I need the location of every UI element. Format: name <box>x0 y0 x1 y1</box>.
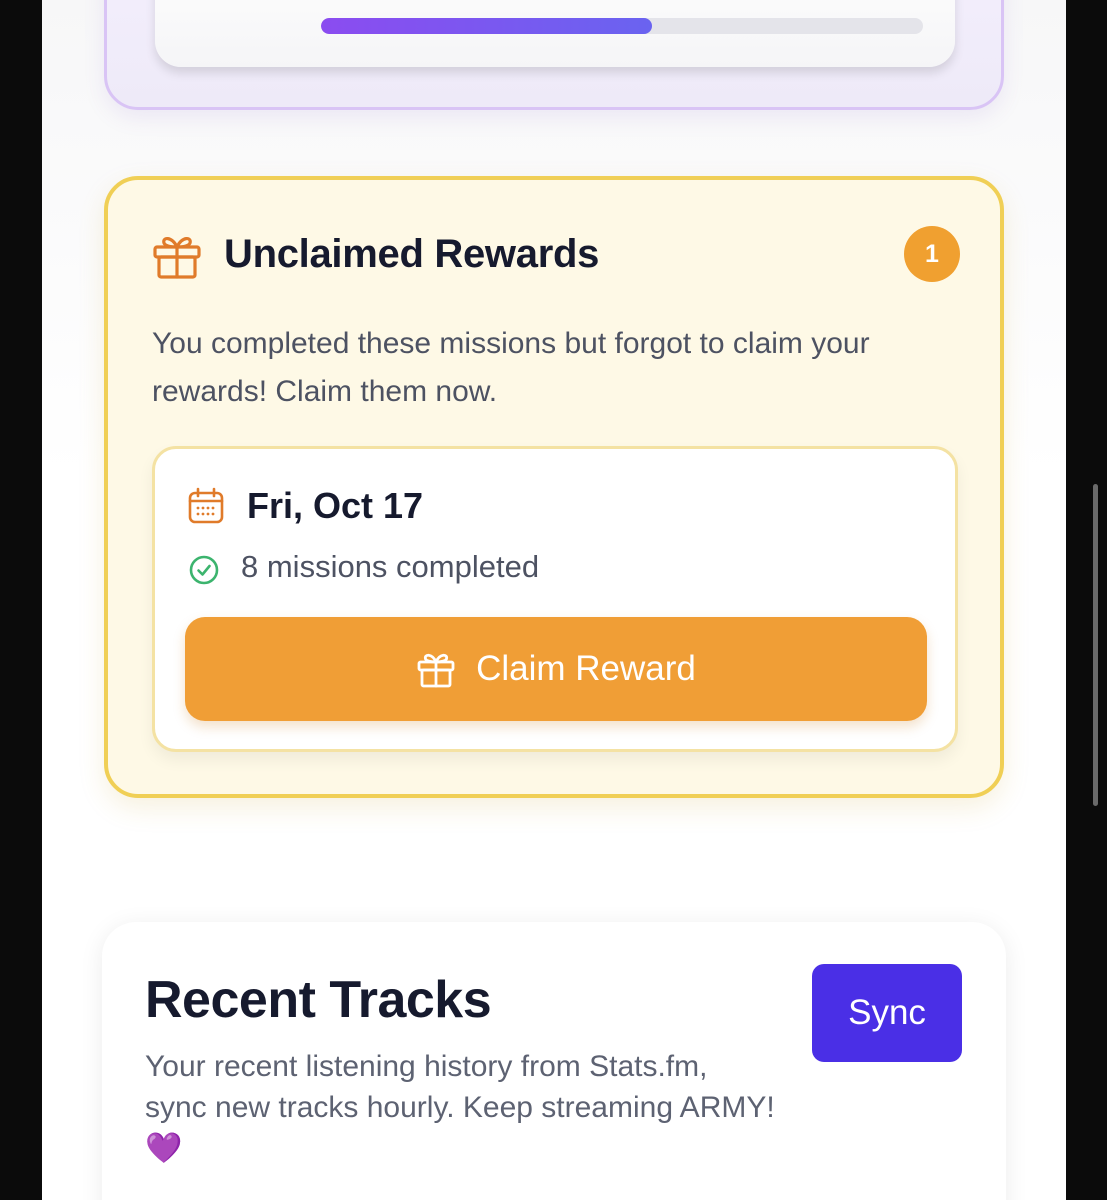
reward-item: Fri, Oct 17 8 missions completed Claim R… <box>152 446 958 752</box>
missions-completed-label: 8 missions completed <box>241 549 540 584</box>
previous-card <box>104 0 1004 110</box>
check-circle-icon <box>189 555 219 585</box>
unclaimed-count-badge: 1 <box>904 226 960 282</box>
recent-tracks-description: Your recent listening history from Stats… <box>145 1050 775 1165</box>
progress-bar-fill <box>321 18 653 34</box>
gift-icon <box>417 653 455 688</box>
claim-reward-label: Claim Reward <box>476 649 696 688</box>
calendar-icon <box>188 487 224 524</box>
recent-tracks-card: Recent Tracks Your recent listening hist… <box>102 922 1006 1200</box>
recent-tracks-title: Recent Tracks <box>145 971 492 1029</box>
reward-date: Fri, Oct 17 <box>247 485 424 526</box>
app-screen: Unclaimed Rewards 1 You completed these … <box>42 0 1066 1200</box>
scrollbar[interactable] <box>1093 484 1098 806</box>
rewards-title: Unclaimed Rewards <box>224 232 600 276</box>
previous-card-inner <box>155 0 955 67</box>
gift-icon <box>153 237 201 279</box>
unclaimed-rewards-card: Unclaimed Rewards 1 You completed these … <box>104 176 1004 798</box>
sync-button[interactable]: Sync <box>812 964 962 1062</box>
claim-reward-button[interactable]: Claim Reward <box>185 617 927 721</box>
progress-bar <box>321 18 923 34</box>
rewards-description: You completed these missions but forgot … <box>152 327 870 408</box>
